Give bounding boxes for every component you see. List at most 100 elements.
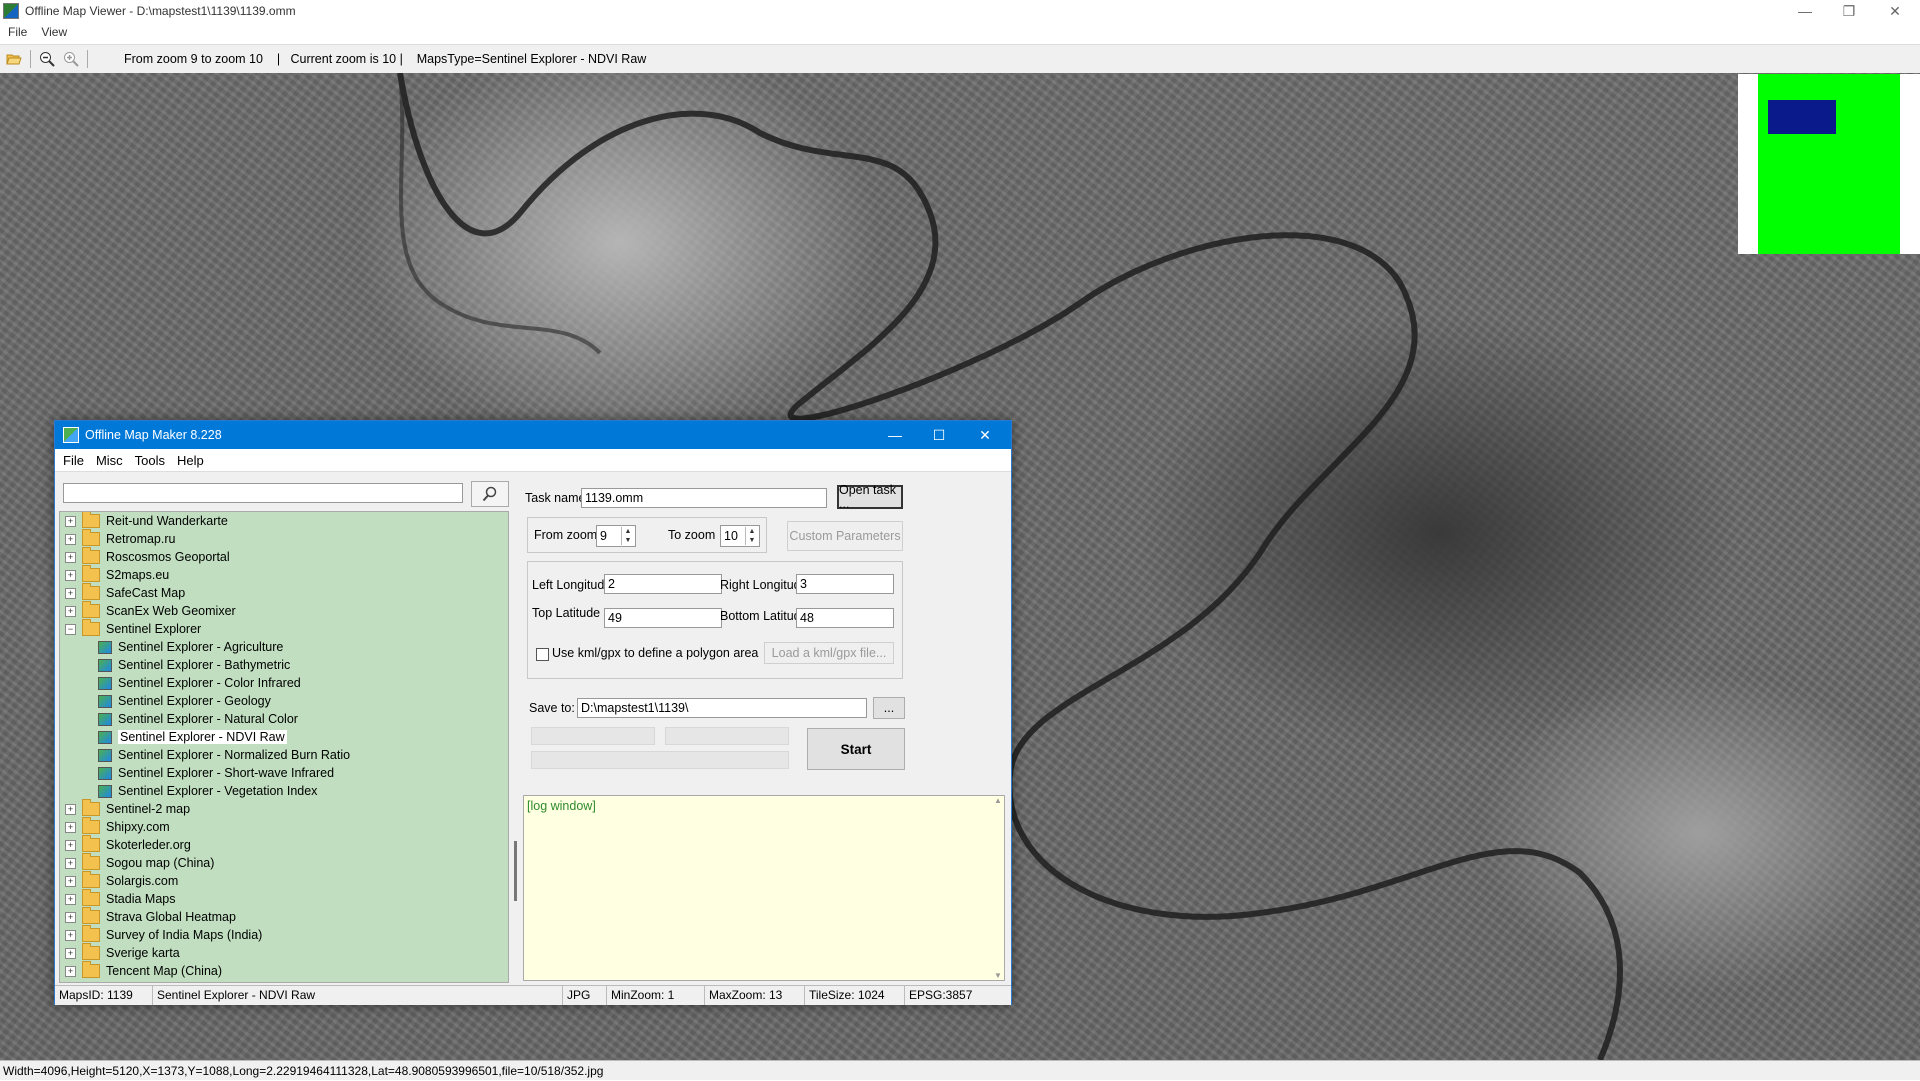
- dialog-menu-misc[interactable]: Misc: [96, 453, 123, 468]
- start-button[interactable]: Start: [807, 728, 905, 770]
- browse-folder-button[interactable]: ...: [873, 697, 905, 719]
- map-source-tree[interactable]: + Reit-und Wanderkarte + Retromap.ru + Roscos…: [59, 511, 509, 983]
- spinner-arrows-icon[interactable]: ▲ ▼: [745, 527, 758, 545]
- folder-icon: [82, 817, 100, 834]
- tree-folder-item[interactable]: − Sentinel Explorer: [60, 619, 508, 638]
- scroll-down-icon[interactable]: ▼: [994, 971, 1002, 980]
- tree-folder-item[interactable]: + Stadia Maps: [60, 889, 508, 908]
- task-name-field[interactable]: 1139.omm: [581, 488, 827, 508]
- load-kml-button[interactable]: Load a kml/gpx file...: [764, 642, 894, 664]
- tree-folder-item[interactable]: + Strava Global Heatmap: [60, 907, 508, 926]
- window-titlebar: Offline Map Viewer - D:\mapstest1\1139\1…: [0, 0, 1920, 22]
- expand-icon[interactable]: +: [65, 569, 76, 581]
- open-folder-icon[interactable]: [4, 49, 24, 69]
- dialog-close-button[interactable]: ✕: [963, 421, 1007, 449]
- tree-folder-item[interactable]: + Solargis.com: [60, 871, 508, 890]
- dialog-status-bar: MapsID: 1139 Sentinel Explorer - NDVI Ra…: [55, 985, 1011, 1005]
- expand-icon[interactable]: +: [65, 821, 76, 833]
- tree-map-item[interactable]: Sentinel Explorer - NDVI Raw: [60, 728, 508, 746]
- tree-map-item[interactable]: Sentinel Explorer - Vegetation Index: [60, 782, 508, 800]
- dialog-menu-help[interactable]: Help: [177, 453, 204, 468]
- collapse-icon[interactable]: −: [65, 623, 76, 635]
- tree-folder-item[interactable]: + Sogou map (China): [60, 853, 508, 872]
- tree-folder-item[interactable]: + Retromap.ru: [60, 529, 508, 548]
- tree-folder-item[interactable]: + SafeCast Map: [60, 583, 508, 602]
- expand-icon[interactable]: +: [65, 875, 76, 887]
- dialog-menu-file[interactable]: File: [63, 453, 84, 468]
- maximize-button[interactable]: ❐: [1826, 0, 1872, 22]
- tree-folder-item[interactable]: + S2maps.eu: [60, 565, 508, 584]
- close-button[interactable]: ✕: [1872, 0, 1918, 22]
- dialog-menu-tools[interactable]: Tools: [135, 453, 165, 468]
- tree-map-item[interactable]: Sentinel Explorer - Short-wave Infrared: [60, 764, 508, 782]
- overview-minimap[interactable]: [1738, 74, 1920, 254]
- dialog-minimize-button[interactable]: —: [873, 421, 917, 449]
- tree-map-item[interactable]: Sentinel Explorer - Bathymetric: [60, 656, 508, 674]
- tree-map-item[interactable]: Sentinel Explorer - Normalized Burn Rati…: [60, 746, 508, 764]
- right-longitude-field[interactable]: 3: [796, 574, 894, 594]
- expand-icon[interactable]: +: [65, 929, 76, 941]
- tree-folder-item[interactable]: + Survey of India Maps (India): [60, 925, 508, 944]
- scroll-up-icon[interactable]: ▲: [994, 796, 1002, 805]
- expand-icon[interactable]: +: [65, 857, 76, 869]
- expand-icon[interactable]: +: [65, 911, 76, 923]
- tree-item-label: ScanEx Web Geomixer: [106, 604, 236, 618]
- zoom-range-group: From zoom 9 ▲ ▼ To zoom 10 ▲ ▼: [527, 517, 767, 553]
- from-zoom-value: 9: [600, 529, 607, 543]
- top-latitude-field[interactable]: 49: [604, 608, 722, 628]
- status-maps-id: MapsID: 1139: [55, 986, 153, 1005]
- expand-icon[interactable]: +: [65, 803, 76, 815]
- tree-folder-item[interactable]: + Sentinel-2 map: [60, 799, 508, 818]
- expand-icon[interactable]: +: [65, 947, 76, 959]
- custom-parameters-button[interactable]: Custom Parameters: [787, 521, 903, 551]
- spinner-arrows-icon[interactable]: ▲ ▼: [621, 527, 634, 545]
- tree-folder-item[interactable]: + Shipxy.com: [60, 817, 508, 836]
- use-kml-checkbox[interactable]: [536, 648, 549, 661]
- map-search-input[interactable]: [63, 483, 463, 503]
- dialog-maximize-button[interactable]: ☐: [917, 421, 961, 449]
- to-zoom-label: To zoom: [668, 528, 716, 542]
- tree-map-item[interactable]: Sentinel Explorer - Color Infrared: [60, 674, 508, 692]
- tree-item-label: Sentinel Explorer - Natural Color: [118, 712, 298, 726]
- open-task-button[interactable]: Open task ...: [837, 483, 903, 511]
- tree-map-item[interactable]: Sentinel Explorer - Agriculture: [60, 638, 508, 656]
- log-window[interactable]: [log window] ▲ ▼: [523, 795, 1005, 981]
- expand-icon[interactable]: +: [65, 551, 76, 563]
- tree-map-item[interactable]: Sentinel Explorer - Geology: [60, 692, 508, 710]
- minimap-viewport[interactable]: [1768, 100, 1836, 134]
- tree-map-item[interactable]: Sentinel Explorer - Natural Color: [60, 710, 508, 728]
- bottom-latitude-field[interactable]: 48: [796, 608, 894, 628]
- expand-icon[interactable]: +: [65, 533, 76, 545]
- tree-scroll-thumb[interactable]: [514, 841, 517, 901]
- zoom-in-icon[interactable]: [61, 49, 81, 69]
- tree-item-label: Sentinel Explorer - Normalized Burn Rati…: [118, 748, 351, 762]
- progress-bar-1: [531, 727, 655, 745]
- expand-icon[interactable]: +: [65, 515, 76, 527]
- from-zoom-stepper[interactable]: 9 ▲ ▼: [596, 525, 636, 547]
- tree-folder-item[interactable]: + Reit-und Wanderkarte: [60, 512, 508, 530]
- expand-icon[interactable]: +: [65, 965, 76, 977]
- zoom-out-icon[interactable]: [37, 49, 57, 69]
- menu-file[interactable]: File: [8, 25, 27, 39]
- expand-icon[interactable]: +: [65, 605, 76, 617]
- dialog-app-icon: [63, 427, 79, 443]
- tree-folder-item[interactable]: + Tencent Map (China): [60, 961, 508, 980]
- tree-item-label: Stadia Maps: [106, 892, 176, 906]
- tree-folder-item[interactable]: + Sverige karta: [60, 943, 508, 962]
- save-to-field[interactable]: D:\mapstest1\1139\: [577, 698, 867, 718]
- tree-folder-item[interactable]: + ScanEx Web Geomixer: [60, 601, 508, 620]
- expand-icon[interactable]: +: [65, 839, 76, 851]
- expand-icon[interactable]: +: [65, 587, 76, 599]
- left-longitude-field[interactable]: 2: [604, 574, 722, 594]
- tree-scrollbar[interactable]: [511, 511, 521, 981]
- search-button[interactable]: [471, 481, 509, 507]
- tree-folder-item[interactable]: + Skoterleder.org: [60, 835, 508, 854]
- menu-view[interactable]: View: [41, 25, 67, 39]
- to-zoom-stepper[interactable]: 10 ▲ ▼: [720, 525, 760, 547]
- minimize-button[interactable]: —: [1782, 0, 1828, 22]
- map-layer-icon: [98, 658, 112, 672]
- map-layer-icon: [98, 730, 112, 744]
- log-scrollbar[interactable]: ▲ ▼: [992, 796, 1004, 980]
- tree-folder-item[interactable]: + Roscosmos Geoportal: [60, 547, 508, 566]
- expand-icon[interactable]: +: [65, 893, 76, 905]
